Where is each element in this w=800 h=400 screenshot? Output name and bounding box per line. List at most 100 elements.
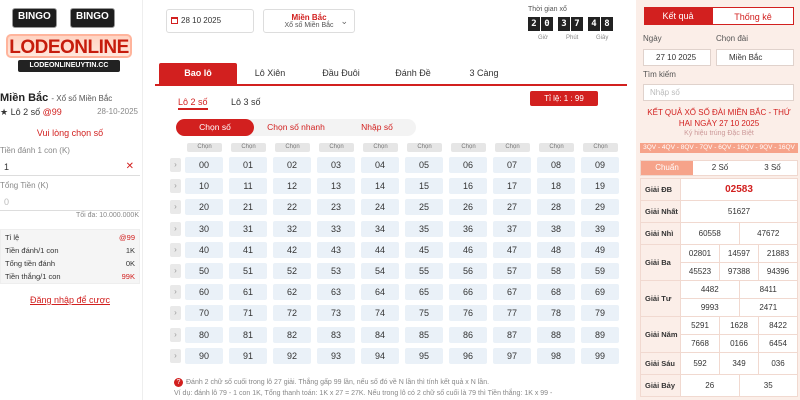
total-input[interactable]: 0 xyxy=(0,193,140,211)
number-cell[interactable]: 46 xyxy=(449,241,487,258)
number-cell[interactable]: 48 xyxy=(537,241,575,258)
subtab-lo-3-so[interactable]: Lô 3 số xyxy=(231,97,261,107)
number-cell[interactable]: 16 xyxy=(449,178,487,195)
number-cell[interactable]: 17 xyxy=(493,178,531,195)
number-cell[interactable]: 37 xyxy=(493,220,531,237)
number-cell[interactable]: 76 xyxy=(449,305,487,322)
number-cell[interactable]: 07 xyxy=(493,157,531,173)
column-select-button[interactable]: Chọn xyxy=(231,143,266,152)
number-cell[interactable]: 24 xyxy=(361,199,399,216)
number-cell[interactable]: 56 xyxy=(449,263,487,279)
tab-lo-xien[interactable]: Lô Xiên xyxy=(245,63,295,84)
number-cell[interactable]: 29 xyxy=(581,199,619,216)
number-cell[interactable]: 40 xyxy=(185,241,223,258)
number-cell[interactable]: 31 xyxy=(229,220,267,237)
number-cell[interactable]: 89 xyxy=(581,326,619,343)
number-cell[interactable]: 91 xyxy=(229,347,267,364)
mode-enter-number[interactable]: Nhập số xyxy=(338,119,416,136)
login-to-bet-link[interactable]: Đăng nhập để cược xyxy=(0,295,140,305)
number-cell[interactable]: 12 xyxy=(273,178,311,195)
mode-standard[interactable]: Chuẩn xyxy=(641,161,693,175)
number-cell[interactable]: 83 xyxy=(317,326,355,343)
row-select-arrow-icon[interactable]: › xyxy=(170,327,181,342)
number-cell[interactable]: 73 xyxy=(317,305,355,322)
number-cell[interactable]: 51 xyxy=(229,263,267,279)
number-cell[interactable]: 85 xyxy=(405,326,443,343)
subtab-lo-2-so[interactable]: Lô 2 số xyxy=(178,97,208,110)
column-select-button[interactable]: Chọn xyxy=(275,143,310,152)
number-cell[interactable]: 15 xyxy=(405,178,443,195)
tab-results[interactable]: Kết quả xyxy=(644,7,712,25)
number-cell[interactable]: 65 xyxy=(405,284,443,301)
column-select-button[interactable]: Chọn xyxy=(319,143,354,152)
number-cell[interactable]: 98 xyxy=(537,347,575,364)
search-input[interactable]: Nhập số xyxy=(643,84,794,101)
number-cell[interactable]: 68 xyxy=(537,284,575,301)
number-cell[interactable]: 87 xyxy=(493,326,531,343)
tab-dau-duoi[interactable]: Đầu Đuôi xyxy=(315,63,367,84)
mode-quick-choose[interactable]: Chọn số nhanh xyxy=(256,119,336,136)
tab-statistics[interactable]: Thống kê xyxy=(712,7,794,25)
number-cell[interactable]: 34 xyxy=(361,220,399,237)
number-cell[interactable]: 28 xyxy=(537,199,575,216)
number-cell[interactable]: 50 xyxy=(185,263,223,279)
number-cell[interactable]: 55 xyxy=(405,263,443,279)
number-cell[interactable]: 54 xyxy=(361,263,399,279)
row-select-arrow-icon[interactable]: › xyxy=(170,158,181,172)
number-cell[interactable]: 43 xyxy=(317,241,355,258)
number-cell[interactable]: 49 xyxy=(581,241,619,258)
column-select-button[interactable]: Chọn xyxy=(187,143,222,152)
number-cell[interactable]: 90 xyxy=(185,347,223,364)
number-cell[interactable]: 79 xyxy=(581,305,619,322)
number-cell[interactable]: 27 xyxy=(493,199,531,216)
number-cell[interactable]: 75 xyxy=(405,305,443,322)
number-cell[interactable]: 42 xyxy=(273,241,311,258)
tab-danh-de[interactable]: Đánh Đề xyxy=(387,63,439,84)
row-select-arrow-icon[interactable]: › xyxy=(170,348,181,363)
number-cell[interactable]: 74 xyxy=(361,305,399,322)
row-select-arrow-icon[interactable]: › xyxy=(170,221,181,236)
number-cell[interactable]: 19 xyxy=(581,178,619,195)
number-cell[interactable]: 13 xyxy=(317,178,355,195)
number-cell[interactable]: 04 xyxy=(361,157,399,173)
region-select[interactable]: Miền Bắc Xổ số Miền Bắc ⌄ xyxy=(263,9,355,33)
number-cell[interactable]: 00 xyxy=(185,157,223,173)
number-cell[interactable]: 61 xyxy=(229,284,267,301)
date-picker[interactable]: 28 10 2025 xyxy=(166,9,254,33)
number-cell[interactable]: 10 xyxy=(185,178,223,195)
number-cell[interactable]: 09 xyxy=(581,157,619,173)
number-cell[interactable]: 20 xyxy=(185,199,223,216)
number-cell[interactable]: 94 xyxy=(361,347,399,364)
number-cell[interactable]: 60 xyxy=(185,284,223,301)
clear-icon[interactable]: ✕ xyxy=(126,158,134,176)
number-cell[interactable]: 80 xyxy=(185,326,223,343)
row-select-arrow-icon[interactable]: › xyxy=(170,179,181,194)
number-cell[interactable]: 63 xyxy=(317,284,355,301)
number-cell[interactable]: 45 xyxy=(405,241,443,258)
row-select-arrow-icon[interactable]: › xyxy=(170,264,181,278)
number-cell[interactable]: 36 xyxy=(449,220,487,237)
number-cell[interactable]: 02 xyxy=(273,157,311,173)
number-cell[interactable]: 96 xyxy=(449,347,487,364)
number-cell[interactable]: 64 xyxy=(361,284,399,301)
site-logo[interactable]: BINGO BINGO LODEONLINE LODEONLINEUYTIN.C… xyxy=(6,6,132,78)
column-select-button[interactable]: Chọn xyxy=(451,143,486,152)
stake-input[interactable]: 1 ✕ xyxy=(0,158,140,176)
result-region-select[interactable]: Miền Bắc xyxy=(716,49,794,66)
number-cell[interactable]: 53 xyxy=(317,263,355,279)
row-select-arrow-icon[interactable]: › xyxy=(170,242,181,257)
number-cell[interactable]: 88 xyxy=(537,326,575,343)
number-cell[interactable]: 78 xyxy=(537,305,575,322)
number-cell[interactable]: 33 xyxy=(317,220,355,237)
number-cell[interactable]: 52 xyxy=(273,263,311,279)
number-cell[interactable]: 22 xyxy=(273,199,311,216)
number-cell[interactable]: 18 xyxy=(537,178,575,195)
number-cell[interactable]: 41 xyxy=(229,241,267,258)
number-cell[interactable]: 38 xyxy=(537,220,575,237)
number-cell[interactable]: 26 xyxy=(449,199,487,216)
number-cell[interactable]: 57 xyxy=(493,263,531,279)
number-cell[interactable]: 39 xyxy=(581,220,619,237)
number-cell[interactable]: 95 xyxy=(405,347,443,364)
number-cell[interactable]: 77 xyxy=(493,305,531,322)
number-cell[interactable]: 44 xyxy=(361,241,399,258)
